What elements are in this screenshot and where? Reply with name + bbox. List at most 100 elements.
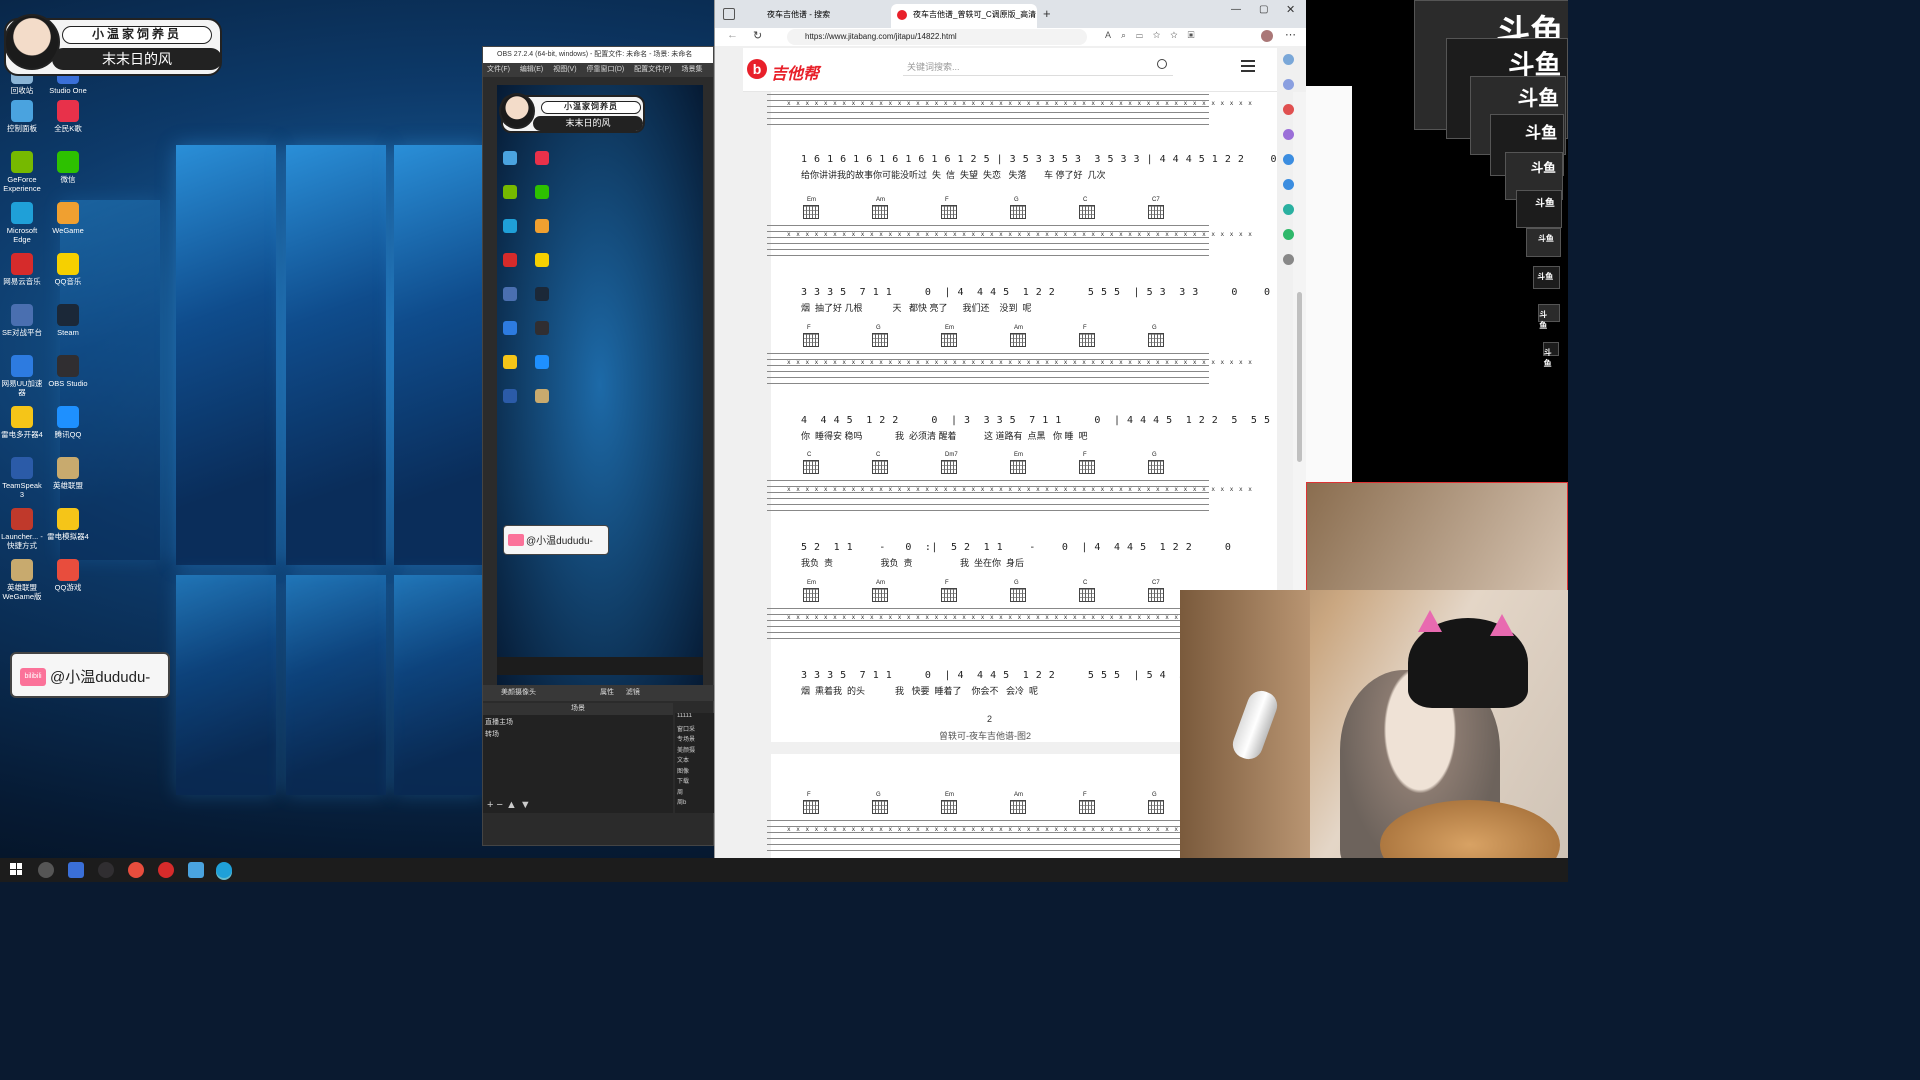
source-item[interactable]: 美颜摄 [675, 745, 715, 756]
preview-desktop-icon [503, 185, 517, 199]
sidebar-app-icon[interactable] [1283, 79, 1294, 90]
desktop-icon-image [57, 253, 79, 275]
obs-taskbar-icon[interactable] [98, 862, 114, 878]
maximize-button[interactable]: ▢ [1259, 4, 1268, 15]
desktop-icon[interactable]: 英雄联盟 [46, 457, 90, 490]
desktop-icon[interactable]: Microsoft Edge [0, 202, 44, 244]
desktop-icon[interactable]: 雷电多开器4 [0, 406, 44, 439]
edge-taskbar-icon[interactable] [216, 862, 232, 878]
scene-controls[interactable]: + − ▲ ▼ [487, 799, 531, 811]
lyrics-line: 你 睡得安 稳吗 我 必须清 醒着 这 道路有 点黑 你 睡 吧 [801, 431, 1088, 441]
desktop-icon[interactable]: Steam [46, 304, 90, 337]
site-logo-text[interactable]: 吉他帮 [771, 60, 819, 84]
source-name: 美颜摄像头 [501, 689, 536, 696]
source-item[interactable]: 窗口采 [675, 724, 715, 735]
source-item[interactable]: 周b [675, 797, 715, 808]
chord-diagram [941, 333, 957, 347]
search-icon[interactable] [1157, 59, 1167, 69]
taskbar-app-icon[interactable] [38, 862, 54, 878]
desktop-icon[interactable]: GeForce Experience [0, 151, 44, 193]
staff-line [767, 112, 1209, 113]
back-icon[interactable]: ← [727, 29, 738, 41]
desktop-icon[interactable]: Launcher... - 快捷方式 [0, 508, 44, 550]
refresh-icon[interactable]: ↻ [753, 29, 762, 42]
obs-menu-file[interactable]: 文件(F) [487, 66, 510, 73]
desktop-icon[interactable]: TeamSpeak 3 [0, 457, 44, 499]
site-logo-icon[interactable]: b [747, 59, 767, 79]
start-button-icon[interactable] [10, 863, 22, 875]
desktop-icon[interactable]: 全民K歌 [46, 100, 90, 133]
sidebar-app-icon[interactable] [1283, 229, 1294, 240]
desktop-icon[interactable]: SE对战平台 [0, 304, 44, 337]
filters-button[interactable]: 滤镜 [626, 689, 640, 696]
new-tab-button[interactable]: + [1043, 6, 1051, 21]
obs-menu-edit[interactable]: 编辑(E) [520, 66, 543, 73]
preview-desktop-icon [503, 219, 517, 233]
tab-actions-icon[interactable] [723, 8, 735, 20]
obs-menu-scenes[interactable]: 场景集 [681, 66, 702, 73]
desktop-icon[interactable]: QQ游戏 [46, 559, 90, 592]
desktop-icon[interactable]: OBS Studio [46, 355, 90, 388]
scene-item[interactable]: 转场 [483, 729, 673, 739]
more-menu-icon[interactable]: ⋯ [1285, 28, 1296, 41]
sidebar-app-icon[interactable] [1283, 254, 1294, 265]
obs-menu-view[interactable]: 视图(V) [553, 66, 576, 73]
staff-line [767, 383, 1209, 384]
taskbar-app-icon[interactable] [68, 862, 84, 878]
scene-item[interactable]: 直播主场 [483, 715, 673, 729]
netease-music-taskbar-icon[interactable] [158, 862, 174, 878]
sidebar-app-icon[interactable] [1283, 54, 1294, 65]
browser-sidebar [1277, 46, 1301, 426]
desktop-icon[interactable]: QQ音乐 [46, 253, 90, 286]
toolbar-icons[interactable]: A⌕▭☆☆▣ [1105, 30, 1204, 41]
desktop-icon[interactable]: 控制面板 [0, 100, 44, 133]
sidebar-app-icon[interactable] [1283, 154, 1294, 165]
nested-webcam [1306, 482, 1568, 600]
taskbar-app-icon[interactable] [188, 862, 204, 878]
url-field[interactable]: https://www.jitabang.com/jitapu/14822.ht… [787, 29, 1087, 45]
source-item[interactable]: 11111 [675, 713, 715, 724]
obs-window[interactable]: OBS 27.2.4 (64-bit, windows) - 配置文件: 未命名… [482, 46, 715, 846]
desktop-icon-label: Microsoft Edge [6, 226, 38, 244]
tab-jitabang[interactable]: 夜车吉他谱_曾轶可_C调原版_高清 [891, 4, 1037, 28]
source-item[interactable]: 文本 [675, 755, 715, 766]
obs-menu-docks[interactable]: 停靠窗口(D) [587, 66, 625, 73]
source-item[interactable]: 下载 [675, 776, 715, 787]
obs-menu-profile[interactable]: 配置文件(P) [634, 66, 671, 73]
staff-line [767, 353, 1209, 354]
desktop-icon-image [11, 304, 33, 326]
desktop-icon[interactable]: 腾讯QQ [46, 406, 90, 439]
staff-line [767, 504, 1209, 505]
desktop-icon-image [57, 151, 79, 173]
site-search-input[interactable]: 关键词搜索... [903, 58, 1173, 76]
desktop-icon[interactable]: 雷电模拟器4 [46, 508, 90, 541]
desktop-icon[interactable]: 英雄联盟WeGame版 [0, 559, 44, 601]
staff-line [767, 820, 1209, 821]
obs-preview[interactable]: 小温家饲养员 末末日的风 @小温dududu- [497, 85, 703, 685]
tab-search[interactable]: 夜车吉他谱 - 搜索 [745, 4, 891, 28]
minimize-button[interactable]: — [1231, 4, 1241, 15]
desktop-icon[interactable]: 微信 [46, 151, 90, 184]
source-item[interactable]: 专场景 [675, 734, 715, 745]
webcam-feed [1180, 590, 1568, 858]
hamburger-menu-icon[interactable] [1241, 60, 1255, 72]
close-button[interactable]: ✕ [1286, 3, 1295, 16]
staff-line [767, 498, 1209, 499]
taskbar-app-icon[interactable] [128, 862, 144, 878]
chord-diagram [803, 800, 819, 814]
desktop-icon[interactable]: 网易UU加速器 [0, 355, 44, 397]
sidebar-app-icon[interactable] [1283, 204, 1294, 215]
staff-line [767, 480, 1209, 481]
desktop-icon-image [57, 457, 79, 479]
desktop-icon-label: WeGame [52, 226, 84, 235]
sidebar-app-icon[interactable] [1283, 179, 1294, 190]
desktop-icon[interactable]: WeGame [46, 202, 90, 235]
source-item[interactable]: 周 [675, 787, 715, 798]
staff-line [767, 632, 1209, 633]
desktop-icon[interactable]: 网易云音乐 [0, 253, 44, 286]
sidebar-app-icon[interactable] [1283, 129, 1294, 140]
sidebar-app-icon[interactable] [1283, 104, 1294, 115]
profile-avatar[interactable] [1261, 30, 1273, 42]
properties-button[interactable]: 属性 [600, 689, 614, 696]
source-item[interactable]: 图像 [675, 766, 715, 777]
